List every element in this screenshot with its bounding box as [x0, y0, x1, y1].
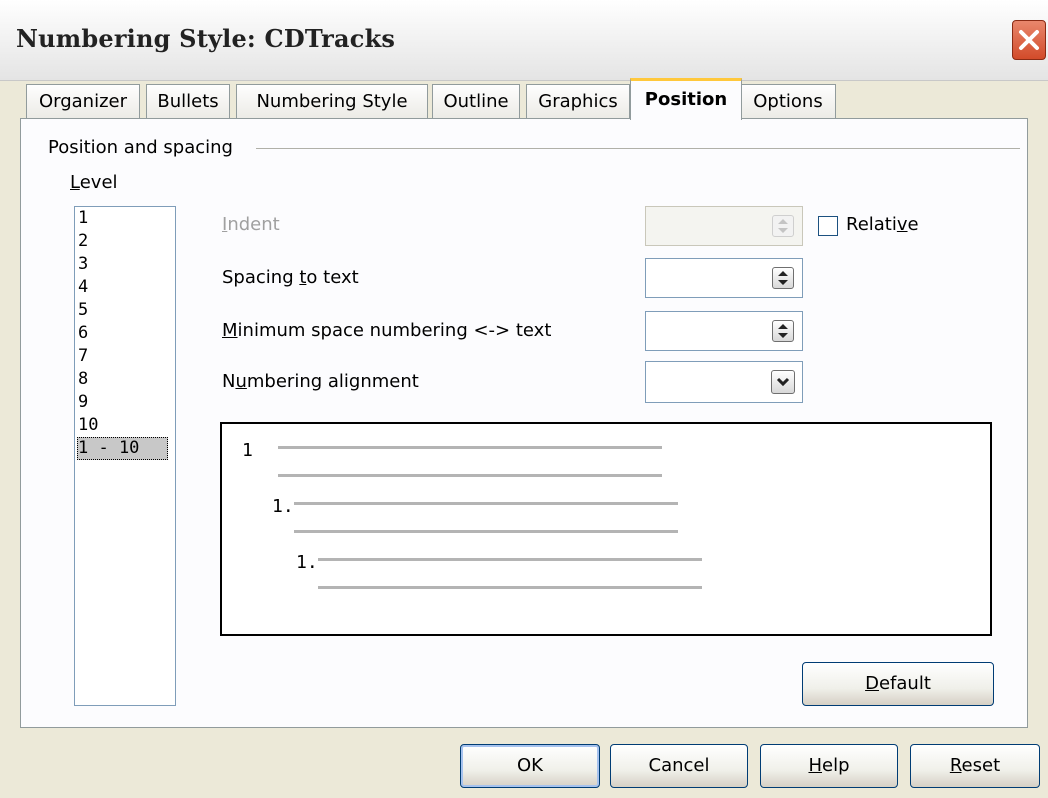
- level-item-4[interactable]: 4: [75, 276, 175, 299]
- level-item-2[interactable]: 2: [75, 230, 175, 253]
- minimum-space-label: Minimum space numbering <-> text: [222, 320, 552, 341]
- indent-spinbox[interactable]: [645, 206, 803, 246]
- level-item-1[interactable]: 1: [75, 207, 175, 230]
- tab-graphics[interactable]: Graphics: [526, 84, 630, 118]
- spin-arrows-icon: [778, 271, 788, 285]
- tab-position[interactable]: Position: [630, 78, 742, 120]
- level-item-6[interactable]: 6: [75, 322, 175, 345]
- tab-organizer[interactable]: Organizer: [26, 84, 140, 118]
- tab-numbering-style[interactable]: Numbering Style: [236, 84, 428, 118]
- preview-number-level-1: 1: [242, 440, 253, 461]
- preview-line: [318, 586, 702, 589]
- relative-label: Relative: [846, 214, 919, 235]
- tab-bullets[interactable]: Bullets: [146, 84, 230, 118]
- level-label: Level: [70, 172, 118, 193]
- dialog-title: Numbering Style: CDTracks: [16, 24, 396, 53]
- numbering-preview: 1 1. 1.: [220, 422, 992, 636]
- relative-checkbox[interactable]: [818, 216, 838, 236]
- indent-label: Indent: [222, 214, 280, 235]
- numbering-alignment-select[interactable]: [645, 361, 803, 403]
- chevron-down-icon: [776, 377, 790, 387]
- default-button[interactable]: Default: [802, 662, 994, 706]
- spin-arrows-icon: [778, 324, 788, 338]
- level-item-5[interactable]: 5: [75, 299, 175, 322]
- preview-line: [278, 446, 662, 449]
- ok-button[interactable]: OK: [460, 744, 600, 788]
- reset-button[interactable]: Reset: [910, 744, 1040, 788]
- title-bar[interactable]: Numbering Style: CDTracks: [0, 0, 1048, 81]
- cancel-button[interactable]: Cancel: [610, 744, 748, 788]
- minimum-space-spin-button[interactable]: [772, 320, 794, 342]
- numbering-alignment-label: Numbering alignment: [222, 371, 419, 392]
- spin-arrows-icon: [778, 219, 788, 233]
- tab-options[interactable]: Options: [740, 84, 836, 118]
- tab-outline[interactable]: Outline: [432, 84, 520, 118]
- spacing-spin-button[interactable]: [772, 267, 794, 289]
- spacing-to-text-label: Spacing to text: [222, 267, 359, 288]
- minimum-space-spinbox[interactable]: [645, 311, 803, 351]
- level-item-3[interactable]: 3: [75, 253, 175, 276]
- alignment-dropdown-button[interactable]: [771, 370, 795, 394]
- spacing-to-text-spinbox[interactable]: [645, 258, 803, 298]
- level-item-10[interactable]: 10: [75, 414, 175, 437]
- preview-line: [318, 558, 702, 561]
- help-button[interactable]: Help: [760, 744, 898, 788]
- level-item-all[interactable]: 1 - 10: [77, 437, 168, 460]
- close-icon: [1019, 30, 1039, 50]
- preview-number-level-3: 1.: [296, 552, 318, 573]
- group-divider: [256, 148, 1020, 149]
- preview-line: [294, 530, 678, 533]
- preview-line: [278, 474, 662, 477]
- close-button[interactable]: [1012, 20, 1046, 60]
- indent-spin-button[interactable]: [772, 215, 794, 237]
- level-item-7[interactable]: 7: [75, 345, 175, 368]
- level-list[interactable]: 1 2 3 4 5 6 7 8 9 10 1 - 10: [74, 206, 176, 706]
- preview-number-level-2: 1.: [272, 496, 294, 517]
- preview-line: [294, 502, 678, 505]
- numbering-style-dialog: Numbering Style: CDTracks Organizer Bull…: [0, 0, 1048, 798]
- level-item-8[interactable]: 8: [75, 368, 175, 391]
- level-item-9[interactable]: 9: [75, 391, 175, 414]
- position-spacing-group-label: Position and spacing: [48, 137, 241, 158]
